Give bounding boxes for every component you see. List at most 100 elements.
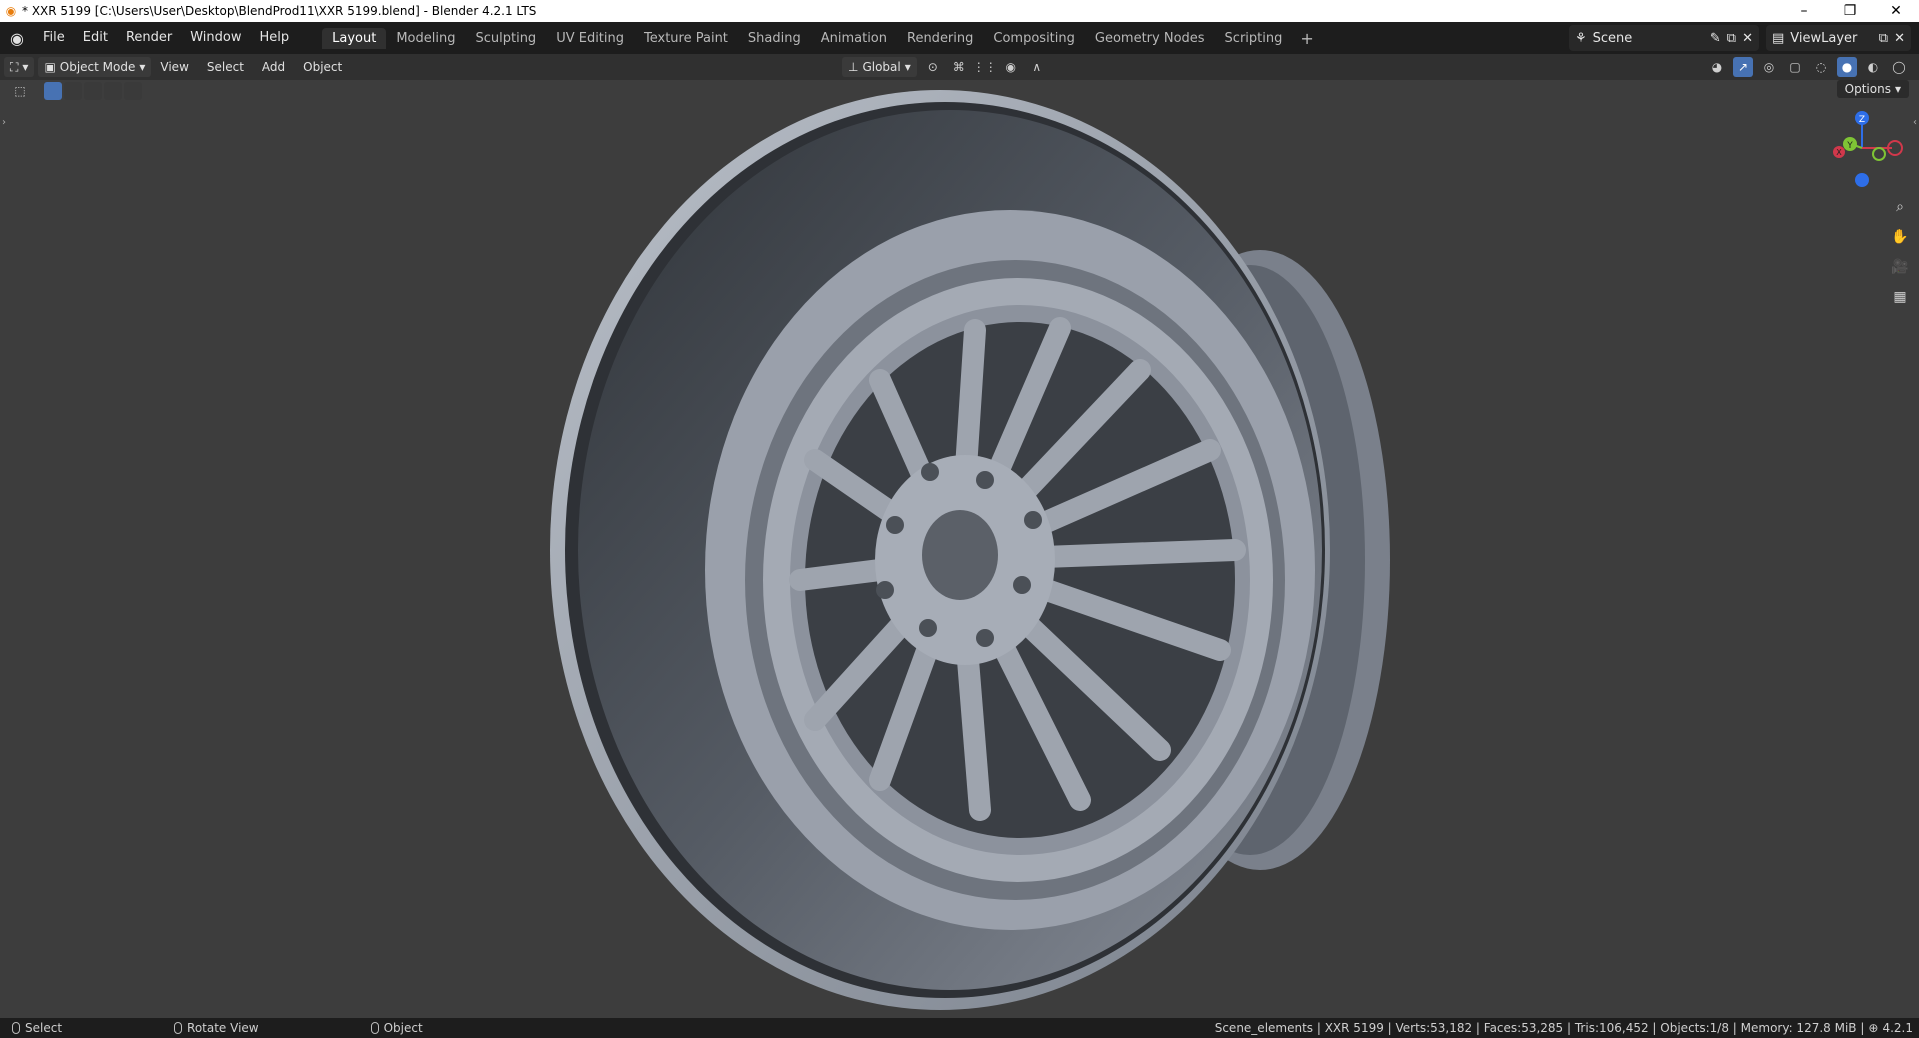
network-icon: ⊕ [1868,1021,1879,1035]
proportional-edit-icon[interactable]: ◉ [1001,57,1021,77]
toolbar-expand-icon[interactable]: › [2,117,6,128]
camera-view-icon[interactable]: 🎥 [1889,256,1911,278]
select-invert-icon[interactable] [104,82,122,100]
blender-menu-icon[interactable]: ◉ [0,29,34,48]
blender-logo-icon: ◉ [5,4,17,18]
options-label: Options [1844,82,1891,96]
gizmo-z-label: Z [1859,115,1865,125]
editor-type-button[interactable]: ⛶ ▾ [4,57,35,77]
navigation-gizmo[interactable]: Z Y X [1827,110,1907,190]
menu-help[interactable]: Help [251,22,299,54]
status-bar: Select Rotate View Object Scene_elements… [0,1018,1919,1038]
pivot-point-icon[interactable]: ⊙ [923,57,943,77]
gizmo-toggle-icon[interactable]: ↗ [1733,57,1753,77]
window-title-bar: ◉ * XXR 5199 [C:\Users\User\Desktop\Blen… [0,0,1919,22]
falloff-icon[interactable]: ∧ [1027,57,1047,77]
scene-selector[interactable]: ⚘ Scene ✎ ⧉ ✕ [1569,25,1759,51]
delete-scene-icon[interactable]: ✕ [1742,31,1753,46]
tab-sculpting[interactable]: Sculpting [465,28,546,49]
gizmo-x-label: X [1836,148,1842,157]
select-tool-icon[interactable]: ⬚ [10,81,30,101]
transform-orientation-dropdown[interactable]: ⊥ Global ▾ [842,57,917,77]
tab-shading[interactable]: Shading [738,28,811,49]
mouse-middle-icon [174,1022,183,1034]
3d-viewport[interactable] [0,80,1919,1018]
select-extend-icon[interactable] [64,82,82,100]
overlay-toggle-icon[interactable]: ◎ [1759,57,1779,77]
status-rotate-label: Rotate View [187,1021,259,1035]
minimize-button[interactable]: – [1781,0,1827,22]
visibility-icon[interactable]: ◕ [1707,57,1727,77]
view-layer-selector[interactable]: ▤ ViewLayer ⧉ ✕ [1766,25,1911,51]
perspective-grid-icon[interactable]: ▦ [1889,286,1911,308]
status-object-label: Object [383,1021,423,1035]
solid-shading-icon[interactable]: ● [1837,57,1857,77]
close-button[interactable]: ✕ [1873,0,1919,22]
select-new-icon[interactable] [44,82,62,100]
mouse-left-icon [12,1022,20,1034]
tab-compositing[interactable]: Compositing [983,28,1085,49]
options-dropdown[interactable]: Options ▾ [1836,80,1909,98]
tab-scripting[interactable]: Scripting [1215,28,1293,49]
top-bar: ◉ File Edit Render Window Help Layout Mo… [0,22,1919,54]
scene-icon: ⚘ [1575,30,1587,46]
wireframe-shading-icon[interactable]: ◌ [1811,57,1831,77]
select-intersect-icon[interactable] [124,82,142,100]
status-select: Select [12,1021,62,1035]
viewport-header: ⛶ ▾ ▣ Object Mode ▾ View Select Add Object… [0,54,1919,80]
mouse-right-icon [370,1022,379,1034]
tool-settings-row: ⬚ [10,80,142,102]
tab-rendering[interactable]: Rendering [897,28,983,49]
orientation-label: Global [862,60,901,74]
tab-animation[interactable]: Animation [811,28,897,49]
material-preview-icon[interactable]: ◐ [1863,57,1883,77]
rendered-shading-icon[interactable]: ◯ [1889,57,1909,77]
gizmo-y-neg-axis[interactable] [1872,147,1886,161]
pan-hand-icon[interactable]: ✋ [1889,226,1911,248]
orientation-icon: ⊥ [848,60,859,74]
status-rotate: Rotate View [174,1021,259,1035]
mode-dropdown[interactable]: ▣ Object Mode ▾ [38,57,152,77]
scene-name[interactable]: Scene [1593,31,1704,46]
gizmo-z-neg-axis[interactable] [1855,173,1869,187]
object-mode-icon: ▣ [44,60,56,74]
pin-icon[interactable]: ✎ [1710,31,1721,46]
tab-layout[interactable]: Layout [322,27,387,49]
new-view-layer-icon[interactable]: ⧉ [1879,31,1888,46]
wheel-model [550,90,1390,1010]
tab-texture-paint[interactable]: Texture Paint [634,28,738,49]
tab-modeling[interactable]: Modeling [386,28,465,49]
navigation-tools: ⌕ ✋ 🎥 ▦ [1889,196,1911,308]
delete-view-layer-icon[interactable]: ✕ [1894,31,1905,46]
scene-statistics: Scene_elements | XXR 5199 | Verts:53,182… [1214,1021,1865,1035]
zoom-icon[interactable]: ⌕ [1889,196,1911,218]
menu-view[interactable]: View [151,60,197,74]
menu-object[interactable]: Object [294,60,351,74]
editor-type-icon: ⛶ [10,59,19,74]
blender-version: 4.2.1 [1882,1021,1913,1035]
workspace-tabs: Layout Modeling Sculpting UV Editing Tex… [322,22,1322,54]
mode-label: Object Mode [59,60,136,74]
snap-target-icon[interactable]: ⋮⋮ [973,57,997,77]
selection-mode-group [44,82,142,100]
menu-render[interactable]: Render [117,22,181,54]
menu-select[interactable]: Select [198,60,253,74]
tab-geometry-nodes[interactable]: Geometry Nodes [1085,28,1215,49]
menu-window[interactable]: Window [181,22,250,54]
new-scene-icon[interactable]: ⧉ [1727,31,1736,46]
add-workspace-button[interactable]: + [1292,29,1321,48]
sidebar-expand-icon[interactable]: ‹ [1913,117,1917,128]
snap-toggle-icon[interactable]: ⌘ [949,57,969,77]
gizmo-y-label: Y [1846,141,1853,151]
view-layer-icon: ▤ [1772,30,1785,46]
window-title: * XXR 5199 [C:\Users\User\Desktop\BlendP… [22,4,537,18]
menu-edit[interactable]: Edit [74,22,117,54]
xray-toggle-icon[interactable]: ▢ [1785,57,1805,77]
menu-file[interactable]: File [34,22,74,54]
restore-button[interactable]: ❐ [1827,0,1873,22]
view-layer-name[interactable]: ViewLayer [1790,31,1873,46]
center-bore [922,510,998,600]
tab-uv-editing[interactable]: UV Editing [546,28,634,49]
select-subtract-icon[interactable] [84,82,102,100]
menu-add[interactable]: Add [253,60,294,74]
